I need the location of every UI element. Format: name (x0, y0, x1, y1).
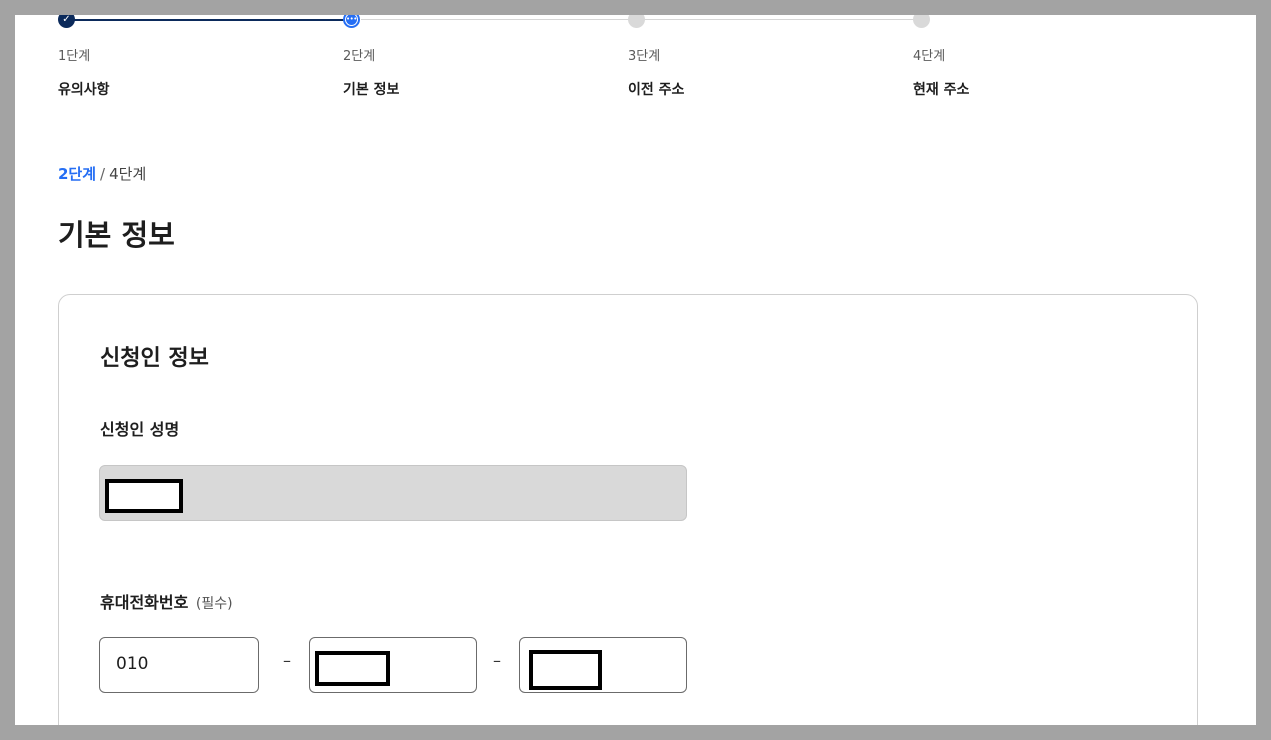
phone-middle-input[interactable] (309, 637, 477, 693)
step-1: ✓ 1단계 유의사항 (58, 15, 308, 115)
step-number: 4단계 (913, 49, 946, 64)
step-number: 1단계 (58, 49, 91, 64)
phone-last-input[interactable] (519, 637, 687, 693)
progress-separator: / (100, 165, 106, 183)
step-progress: 2단계/4단계 (58, 163, 146, 184)
phone-dash: – (283, 651, 291, 670)
redacted-value (105, 479, 183, 513)
progress-total: 4단계 (109, 165, 147, 183)
check-icon: ✓ (58, 15, 75, 28)
step-2: ••• 2단계 기본 정보 (343, 15, 593, 115)
redacted-value (315, 651, 390, 686)
phone-label-text: 휴대전화번호 (100, 593, 189, 612)
step-label: 현재 주소 (913, 82, 970, 98)
name-input[interactable] (99, 465, 687, 521)
redacted-value (529, 650, 602, 690)
current-step-icon: ••• (343, 15, 360, 28)
progress-current: 2단계 (58, 165, 97, 183)
phone-label: 휴대전화번호 (필수) (100, 589, 233, 613)
applicant-info-card: 신청인 정보 신청인 성명 휴대전화번호 (필수) 010 – – (58, 294, 1198, 725)
step-number: 2단계 (343, 49, 376, 64)
stepper: ✓ 1단계 유의사항 ••• 2단계 기본 정보 3단계 이전 주소 4단계 현… (15, 15, 1256, 115)
pending-step-icon (628, 15, 645, 28)
step-3: 3단계 이전 주소 (628, 15, 878, 115)
phone-prefix-value: 010 (116, 654, 149, 674)
name-label: 신청인 성명 (100, 420, 180, 439)
phone-dash: – (493, 651, 501, 670)
required-marker: (필수) (195, 596, 233, 612)
step-number: 3단계 (628, 49, 661, 64)
step-4: 4단계 현재 주소 (913, 15, 1163, 115)
phone-prefix-input[interactable]: 010 (99, 637, 259, 693)
step-label: 유의사항 (58, 82, 110, 98)
more-dots-icon: ••• (346, 15, 357, 25)
page: ✓ 1단계 유의사항 ••• 2단계 기본 정보 3단계 이전 주소 4단계 현… (15, 15, 1256, 725)
card-title: 신청인 정보 (100, 346, 209, 371)
pending-step-icon (913, 15, 930, 28)
step-label: 이전 주소 (628, 82, 685, 98)
step-label: 기본 정보 (343, 82, 400, 98)
page-title: 기본 정보 (58, 218, 175, 252)
